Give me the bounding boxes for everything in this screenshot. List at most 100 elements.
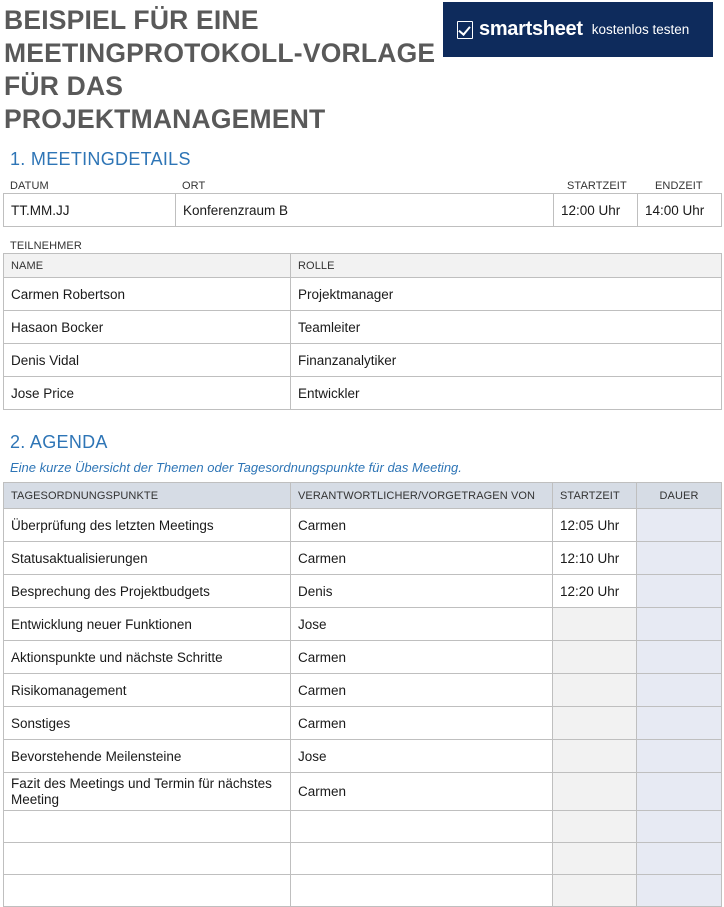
agenda-duration[interactable] — [636, 772, 722, 811]
participant-name[interactable]: Denis Vidal — [3, 343, 291, 377]
agenda-start[interactable]: 12:20 Uhr — [552, 574, 637, 608]
agenda-owner[interactable]: Carmen — [290, 772, 553, 811]
meeting-details-table: TT.MM.JJ Konferenzraum B 12:00 Uhr 14:00… — [3, 193, 722, 227]
agenda-duration[interactable] — [636, 508, 722, 542]
agenda-duration[interactable] — [636, 810, 722, 843]
agenda-item[interactable] — [3, 842, 291, 875]
participant-role[interactable]: Entwickler — [290, 376, 722, 410]
agenda-item[interactable]: Sonstiges — [3, 706, 291, 740]
agenda-duration[interactable] — [636, 842, 722, 875]
participant-name[interactable]: Jose Price — [3, 376, 291, 410]
table-row: Jose Price Entwickler — [3, 376, 722, 410]
checkmark-logo-icon — [457, 20, 473, 39]
column-header-start: STARTZEIT — [552, 482, 637, 509]
participants-label: TEILNEHMER — [10, 240, 82, 252]
table-row: Überprüfung des letzten Meetings Carmen … — [3, 508, 722, 542]
table-header-row: TAGESORDNUNGSPUNKTE VERANTWORTLICHER/VOR… — [3, 482, 722, 509]
agenda-duration[interactable] — [636, 706, 722, 740]
agenda-item[interactable]: Überprüfung des letzten Meetings — [3, 508, 291, 542]
agenda-duration[interactable] — [636, 673, 722, 707]
table-row — [3, 810, 722, 843]
agenda-item[interactable]: Besprechung des Projektbudgets — [3, 574, 291, 608]
agenda-start[interactable] — [552, 842, 637, 875]
column-header-owner: VERANTWORTLICHER/VORGETRAGEN VON — [290, 482, 553, 509]
agenda-item[interactable]: Statusaktualisierungen — [3, 541, 291, 575]
title-line: MEETINGPROTOKOLL-VORLAGE — [4, 38, 436, 68]
table-row: Statusaktualisierungen Carmen 12:10 Uhr — [3, 541, 722, 575]
column-header-name: NAME — [3, 253, 291, 278]
agenda-owner[interactable]: Jose — [290, 739, 553, 773]
table-row: Risikomanagement Carmen — [3, 673, 722, 707]
column-header-item: TAGESORDNUNGSPUNKTE — [3, 482, 291, 509]
participant-name[interactable]: Hasaon Bocker — [3, 310, 291, 344]
column-header-duration: DAUER — [636, 482, 722, 509]
agenda-start[interactable]: 12:10 Uhr — [552, 541, 637, 575]
participant-name[interactable]: Carmen Robertson — [3, 277, 291, 311]
participant-role[interactable]: Teamleiter — [290, 310, 722, 344]
table-row: Denis Vidal Finanzanalytiker — [3, 343, 722, 377]
agenda-owner[interactable] — [290, 842, 553, 875]
table-row: Besprechung des Projektbudgets Denis 12:… — [3, 574, 722, 608]
agenda-start[interactable] — [552, 874, 637, 907]
table-row: Fazit des Meetings und Termin für nächst… — [3, 772, 722, 811]
table-row: Hasaon Bocker Teamleiter — [3, 310, 722, 344]
agenda-duration[interactable] — [636, 541, 722, 575]
agenda-start[interactable] — [552, 607, 637, 641]
page-title: BEISPIEL FÜR EINE MEETINGPROTOKOLL-VORLA… — [4, 4, 444, 136]
start-time-field[interactable]: 12:00 Uhr — [553, 193, 638, 227]
agenda-duration[interactable] — [636, 574, 722, 608]
trial-link[interactable]: kostenlos testen — [592, 22, 690, 37]
location-field[interactable]: Konferenzraum B — [175, 193, 554, 227]
agenda-owner[interactable]: Carmen — [290, 673, 553, 707]
date-field[interactable]: TT.MM.JJ — [3, 193, 176, 227]
agenda-start[interactable] — [552, 810, 637, 843]
end-time-label: ENDZEIT — [655, 180, 703, 192]
section-heading-details: 1. MEETINGDETAILS — [10, 149, 191, 169]
start-time-label: STARTZEIT — [567, 180, 627, 192]
agenda-duration[interactable] — [636, 739, 722, 773]
table-header-row: NAME ROLLE — [3, 253, 722, 278]
agenda-owner[interactable] — [290, 810, 553, 843]
agenda-start[interactable] — [552, 739, 637, 773]
brand-name: smartsheet — [479, 18, 583, 40]
table-row: Sonstiges Carmen — [3, 706, 722, 740]
table-row — [3, 874, 722, 907]
agenda-owner[interactable]: Carmen — [290, 706, 553, 740]
agenda-owner[interactable]: Carmen — [290, 508, 553, 542]
agenda-owner[interactable]: Jose — [290, 607, 553, 641]
table-row — [3, 842, 722, 875]
column-header-role: ROLLE — [290, 253, 722, 278]
agenda-duration[interactable] — [636, 607, 722, 641]
agenda-item[interactable]: Fazit des Meetings und Termin für nächst… — [3, 772, 291, 811]
end-time-field[interactable]: 14:00 Uhr — [637, 193, 722, 227]
agenda-start[interactable] — [552, 673, 637, 707]
location-label: ORT — [182, 180, 206, 192]
agenda-duration[interactable] — [636, 874, 722, 907]
agenda-item[interactable]: Bevorstehende Meilensteine — [3, 739, 291, 773]
agenda-start[interactable]: 12:05 Uhr — [552, 508, 637, 542]
agenda-start[interactable] — [552, 706, 637, 740]
agenda-item[interactable] — [3, 810, 291, 843]
smartsheet-banner[interactable]: smartsheet kostenlos testen — [443, 2, 713, 57]
agenda-intro: Eine kurze Übersicht der Themen oder Tag… — [10, 460, 462, 475]
participant-role[interactable]: Projektmanager — [290, 277, 722, 311]
agenda-item[interactable]: Risikomanagement — [3, 673, 291, 707]
agenda-owner[interactable]: Carmen — [290, 640, 553, 674]
agenda-owner[interactable] — [290, 874, 553, 907]
participant-role[interactable]: Finanzanalytiker — [290, 343, 722, 377]
agenda-owner[interactable]: Denis — [290, 574, 553, 608]
agenda-item[interactable] — [3, 874, 291, 907]
agenda-item[interactable]: Aktionspunkte und nächste Schritte — [3, 640, 291, 674]
table-row: Aktionspunkte und nächste Schritte Carme… — [3, 640, 722, 674]
agenda-start[interactable] — [552, 640, 637, 674]
table-row: Carmen Robertson Projektmanager — [3, 277, 722, 311]
agenda-owner[interactable]: Carmen — [290, 541, 553, 575]
table-row: TT.MM.JJ Konferenzraum B 12:00 Uhr 14:00… — [3, 193, 722, 227]
agenda-duration[interactable] — [636, 640, 722, 674]
agenda-start[interactable] — [552, 772, 637, 811]
agenda-item[interactable]: Entwicklung neuer Funktionen — [3, 607, 291, 641]
table-row: Bevorstehende Meilensteine Jose — [3, 739, 722, 773]
title-line: FÜR DAS PROJEKTMANAGEMENT — [4, 71, 326, 134]
date-label: DATUM — [10, 180, 49, 192]
section-heading-agenda: 2. AGENDA — [10, 432, 108, 452]
